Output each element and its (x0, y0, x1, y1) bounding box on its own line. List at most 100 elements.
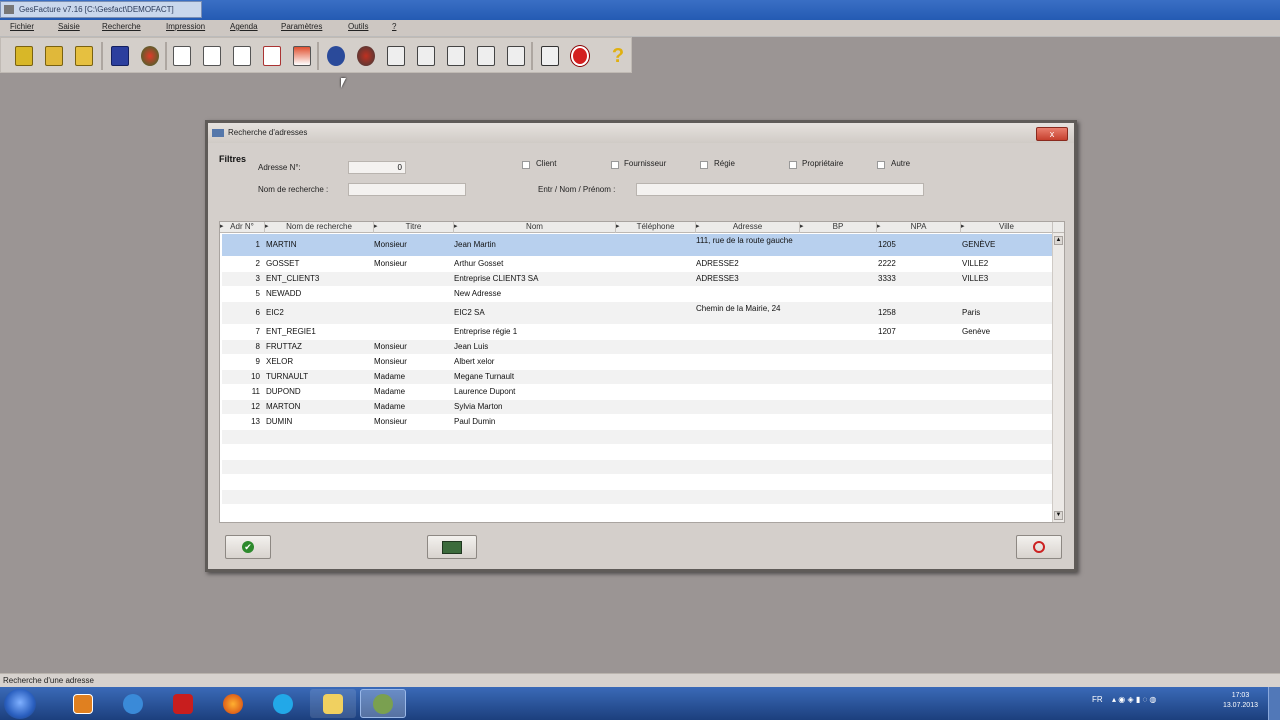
open-folder-icon[interactable] (41, 43, 67, 69)
table-row[interactable]: 1 MARTIN Monsieur Jean Martin 111, rue de la… (222, 234, 1052, 256)
book-icon[interactable] (107, 43, 133, 69)
help-icon[interactable]: ? (605, 43, 631, 69)
media-player-icon[interactable] (60, 689, 106, 718)
new-address-button[interactable] (427, 535, 477, 559)
show-desktop-button[interactable] (1268, 687, 1280, 720)
table-row[interactable]: 9 XELOR Monsieur Albert xelor (222, 355, 1052, 369)
cell-city: Genève (962, 327, 991, 336)
search-doc5-icon[interactable] (503, 43, 529, 69)
col-nom-recherche[interactable]: Nom de recherche (265, 222, 374, 233)
doc-t-icon[interactable] (169, 43, 195, 69)
new-folder-icon[interactable] (11, 43, 37, 69)
cell-name: Jean Luis (454, 342, 489, 351)
col-adresse[interactable]: Adresse (696, 222, 800, 233)
app-title-tab[interactable]: GesFacture v7.16 [C:\Gesfact\DEMOFACT] (0, 1, 202, 18)
col-adr-no[interactable]: Adr N° (220, 222, 265, 233)
empty-row (222, 445, 1052, 459)
lang-indicator[interactable]: FR (1092, 695, 1103, 704)
col-nom[interactable]: Nom (454, 222, 616, 233)
search-doc4-icon[interactable] (473, 43, 499, 69)
menu-agenda[interactable]: Agenda (230, 22, 258, 31)
table-header: Adr N° Nom de recherche Titre Nom Téléph… (220, 222, 1064, 233)
col-ville[interactable]: Ville (961, 222, 1053, 233)
table-row[interactable]: 2 GOSSET Monsieur Arthur Gosset ADRESSE2 2222… (222, 257, 1052, 271)
table-row[interactable]: 5 NEWADD New Adresse (222, 287, 1052, 301)
cell-title (374, 302, 454, 324)
cell-title: Monsieur (374, 417, 407, 426)
clock[interactable]: 17:03 13.07.2013 (1223, 691, 1258, 711)
search-user-icon[interactable] (323, 43, 349, 69)
doc-c-icon[interactable] (259, 43, 285, 69)
table-row[interactable]: 7 ENT_REGIE1 Entreprise régie 1 1207 Genève (222, 325, 1052, 339)
cell-phone (616, 234, 696, 256)
col-bp[interactable]: BP (800, 222, 877, 233)
regie-checkbox[interactable] (700, 161, 708, 169)
cell-bp (800, 415, 876, 429)
table-row[interactable]: 10 TURNAULT Madame Megane Turnault (222, 370, 1052, 384)
check-icon: ✔ (242, 541, 254, 553)
cell-search: ENT_REGIE1 (266, 327, 316, 336)
search-doc3-icon[interactable] (443, 43, 469, 69)
cell-address: ADRESSE3 (696, 274, 739, 283)
cell-bp (800, 370, 876, 384)
search-doc-icon[interactable] (383, 43, 409, 69)
autre-checkbox[interactable] (877, 161, 885, 169)
menu-impression[interactable]: Impression (166, 22, 205, 31)
cell-search: FRUTTAZ (266, 342, 302, 351)
table-row[interactable]: 13 DUMIN Monsieur Paul Dumin (222, 415, 1052, 429)
cancel-button[interactable] (1016, 535, 1062, 559)
doc-multi-icon[interactable] (289, 43, 315, 69)
status-bar: Recherche d'une adresse (0, 673, 1280, 687)
cell-address: Chemin de la Mairie, 24 (696, 304, 781, 313)
cell-search: NEWADD (266, 289, 302, 298)
folder-icon[interactable] (71, 43, 97, 69)
start-button[interactable] (4, 689, 36, 719)
menu-saisie[interactable]: Saisie (58, 22, 80, 31)
stop-icon[interactable] (567, 43, 593, 69)
firefox-icon[interactable] (210, 689, 256, 718)
scroll-up-icon[interactable]: ▲ (1054, 236, 1063, 245)
ok-button[interactable]: ✔ (225, 535, 271, 559)
clients-icon[interactable] (137, 43, 163, 69)
menu-fichier[interactable]: Fichier (10, 22, 34, 31)
menu-recherche[interactable]: Recherche (102, 22, 141, 31)
client-checkbox[interactable] (522, 161, 530, 169)
search-doc2-icon[interactable] (413, 43, 439, 69)
cell-bp (800, 340, 876, 354)
cell-bp (800, 385, 876, 399)
cell-bp (800, 234, 876, 256)
explorer-icon[interactable] (310, 689, 356, 718)
table-row[interactable]: 11 DUPOND Madame Laurence Dupont (222, 385, 1052, 399)
cell-phone (616, 415, 696, 429)
menu-help[interactable]: ? (392, 22, 396, 31)
col-npa[interactable]: NPA (877, 222, 961, 233)
table-row[interactable]: 3 ENT_CLIENT3 Entreprise CLIENT3 SA ADRESSE… (222, 272, 1052, 286)
autre-label: Autre (891, 159, 911, 168)
notes-icon[interactable] (537, 43, 563, 69)
search-person-icon[interactable] (353, 43, 379, 69)
nom-recherche-input[interactable] (348, 183, 466, 196)
pdf-icon[interactable] (160, 689, 206, 718)
ie-icon[interactable] (110, 689, 156, 718)
cell-name: Sylvia Marton (454, 402, 503, 411)
adresse-no-input[interactable]: 0 (348, 161, 406, 174)
doc-d-icon[interactable] (229, 43, 255, 69)
table-row[interactable]: 8 FRUTTAZ Monsieur Jean Luis (222, 340, 1052, 354)
table-row[interactable]: 6 EIC2 EIC2 SA Chemin de la Mairie, 24 1258 P… (222, 302, 1052, 324)
scroll-down-icon[interactable]: ▼ (1054, 511, 1063, 520)
proprietaire-checkbox[interactable] (789, 161, 797, 169)
vertical-scrollbar[interactable]: ▲ ▼ (1052, 233, 1064, 522)
close-button[interactable]: x (1036, 127, 1068, 141)
cell-address (696, 287, 800, 301)
table-row[interactable]: 12 MARTON Madame Sylvia Marton (222, 400, 1052, 414)
col-telephone[interactable]: Téléphone (616, 222, 696, 233)
menu-outils[interactable]: Outils (348, 22, 368, 31)
menu-parametres[interactable]: Paramètres (281, 22, 322, 31)
fournisseur-checkbox[interactable] (611, 161, 619, 169)
doc-l-icon[interactable] (199, 43, 225, 69)
col-titre[interactable]: Titre (374, 222, 454, 233)
gesfacture-icon[interactable] (360, 689, 406, 718)
skype-icon[interactable] (260, 689, 306, 718)
cell-no: 12 (251, 402, 260, 411)
entreprise-input[interactable] (636, 183, 924, 196)
